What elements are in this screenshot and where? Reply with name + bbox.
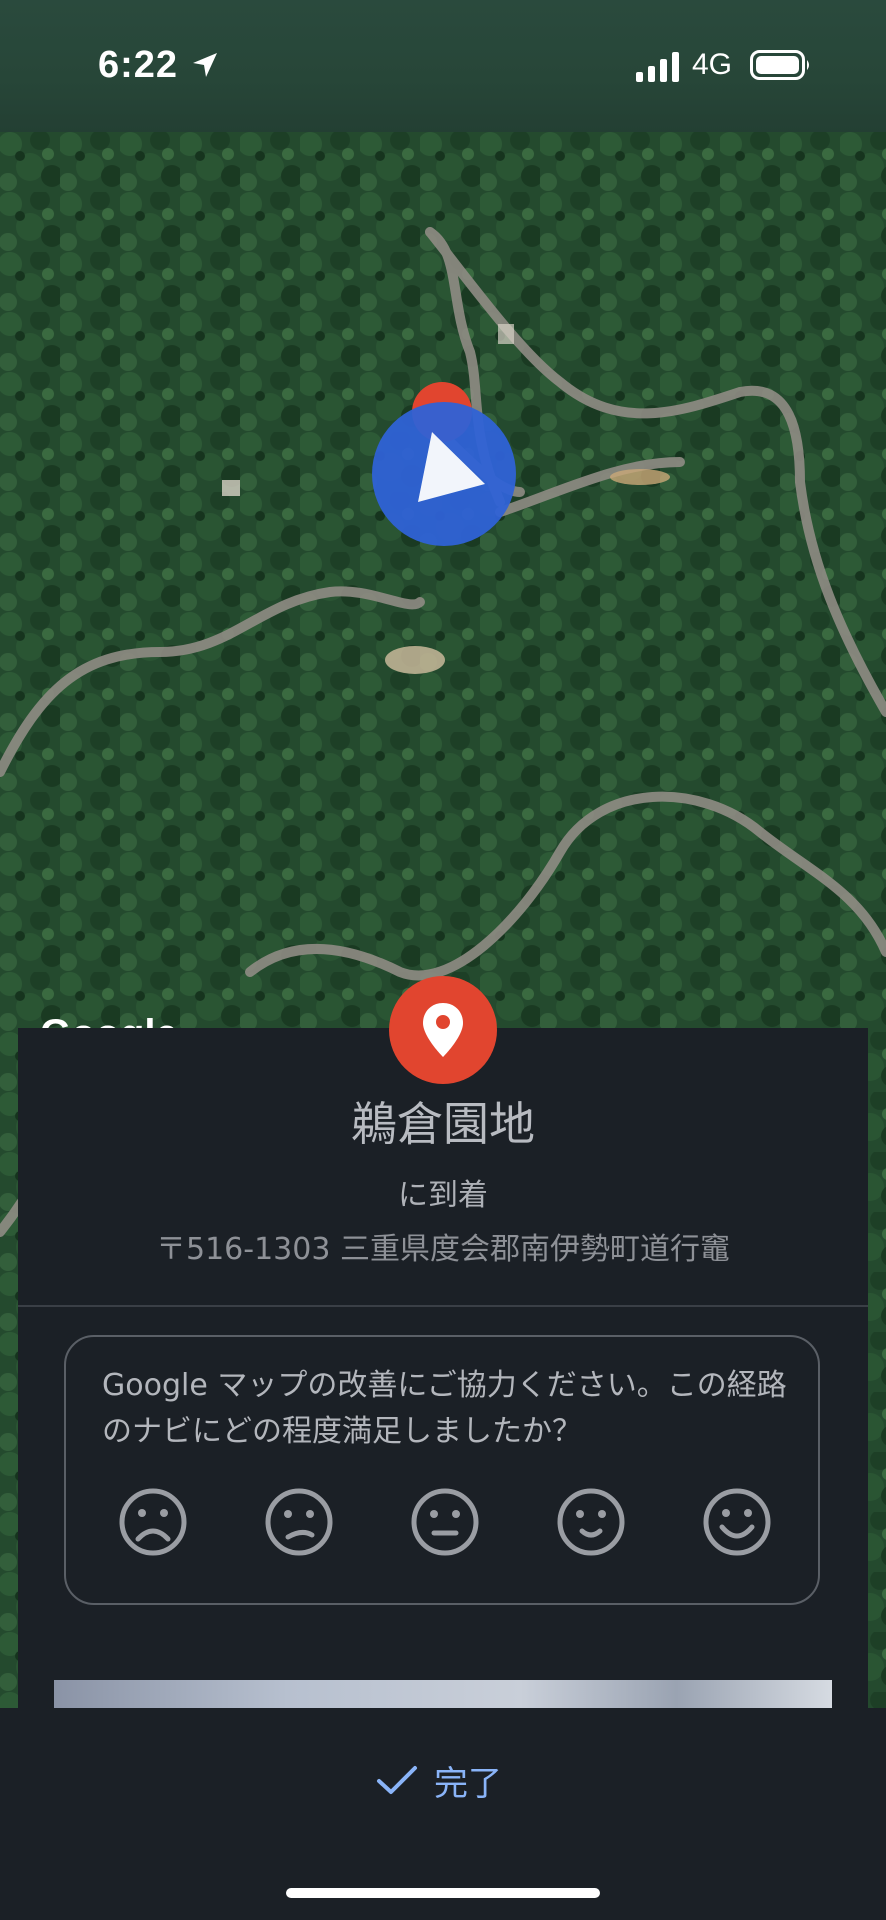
feedback-survey: Google マップの改善にご協力ください。この経路のナビにどの程度満足しました… xyxy=(64,1335,820,1605)
home-indicator[interactable] xyxy=(286,1888,600,1898)
satisfied-face-icon[interactable] xyxy=(556,1487,626,1557)
very-satisfied-face-icon[interactable] xyxy=(702,1487,772,1557)
survey-question: Google マップの改善にご協力ください。この経路のナビにどの程度満足しました… xyxy=(102,1368,787,1449)
dissatisfied-face-icon[interactable] xyxy=(264,1487,334,1557)
battery-icon xyxy=(750,50,809,80)
rating-options xyxy=(118,1487,778,1557)
location-services-icon xyxy=(193,53,217,77)
network-type: 4G xyxy=(692,48,733,81)
neutral-face-icon[interactable] xyxy=(410,1487,480,1557)
arrival-label: に到着 xyxy=(398,1178,488,1213)
divider xyxy=(18,1305,868,1307)
checkmark-icon xyxy=(377,1766,417,1794)
place-photo-preview[interactable] xyxy=(54,1680,832,1710)
status-time: 6:22 xyxy=(98,44,179,86)
destination-pin-icon xyxy=(389,976,497,1084)
status-bar: 6:22 4G xyxy=(0,0,886,132)
destination-name: 鵜倉園地 xyxy=(351,1097,535,1151)
cellular-signal-icon xyxy=(636,52,679,82)
destination-address: 〒516-1303 三重県度会郡南伊勢町道行竈 xyxy=(156,1232,730,1267)
done-button-label: 完了 xyxy=(434,1763,502,1804)
very-dissatisfied-face-icon[interactable] xyxy=(118,1487,188,1557)
done-button[interactable]: 完了 xyxy=(376,1752,502,1808)
